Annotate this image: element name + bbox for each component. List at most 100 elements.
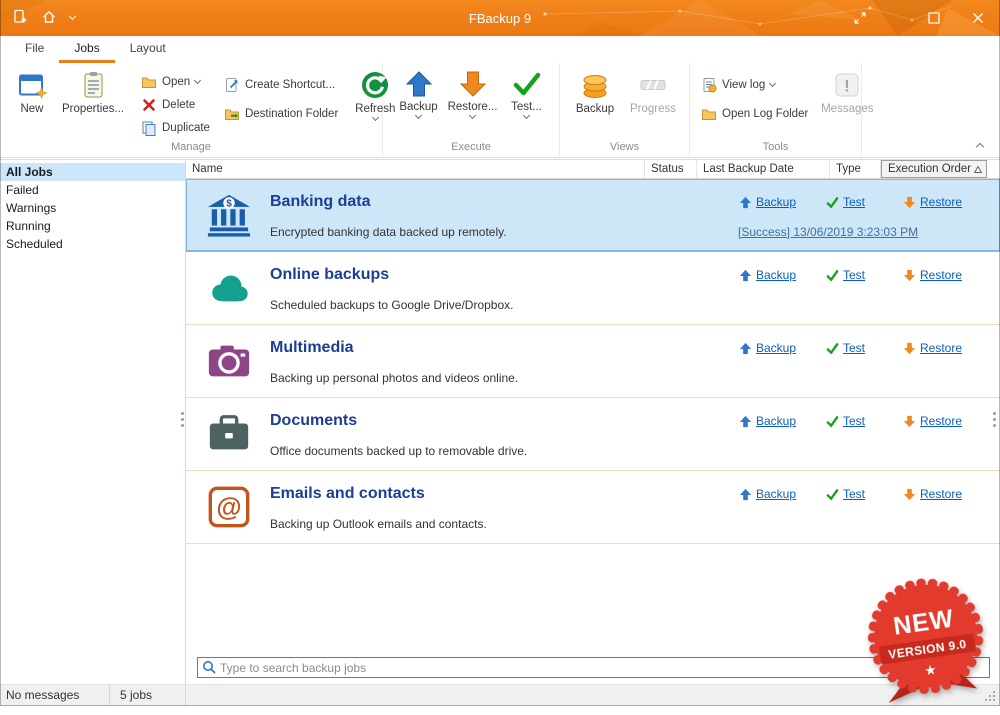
backup-coins-icon [583,75,607,98]
test-check-icon [826,342,839,355]
column-header-name[interactable]: Name [186,160,645,178]
maximize-icon [928,12,940,24]
view-log-button[interactable]: View log [696,76,813,93]
briefcase-icon [209,415,249,450]
open-button[interactable]: Open [136,71,215,92]
duplicate-icon [142,121,156,136]
ribbon-group-tools: View log Open Log Folder ! Messages Tool [690,63,874,157]
create-shortcut-button[interactable]: Create Shortcut... [219,76,343,93]
column-header-type[interactable]: Type [830,160,881,178]
job-row-online-backups[interactable]: Online backups Scheduled backups to Goog… [186,252,1000,325]
messages-button: ! Messages [817,66,877,115]
restore-arrow-icon [903,342,916,354]
sidebar-item-failed[interactable]: Failed [0,181,185,199]
restore-link[interactable]: Restore [903,341,962,355]
tab-layout[interactable]: Layout [115,36,181,63]
backup-link[interactable]: Backup [739,195,796,209]
close-button[interactable] [956,0,1000,36]
backup-link[interactable]: Backup [739,341,796,355]
open-label: Open [162,75,191,88]
search-icon [203,661,216,674]
cloud-icon [212,275,248,302]
test-link[interactable]: Test [826,487,865,501]
statusbar-job-count: 5 jobs [110,685,186,706]
sidebar-item-all-jobs[interactable]: All Jobs [0,163,185,181]
svg-text:$: $ [226,199,232,210]
backup-link[interactable]: Backup [739,487,796,501]
statusbar-messages: No messages [0,685,110,706]
bank-icon: $ [207,194,251,237]
new-job-quick-icon[interactable] [12,9,28,27]
restore-link[interactable]: Restore [903,414,962,428]
test-check-icon [826,415,839,428]
chevron-up-icon [975,142,985,151]
column-header-last-backup-date[interactable]: Last Backup Date [697,160,830,178]
duplicate-button[interactable]: Duplicate [136,117,215,138]
progress-icon [640,80,666,90]
test-link[interactable]: Test [826,268,865,282]
tab-file[interactable]: File [10,36,59,63]
views-backup-label: Backup [575,103,615,115]
restore-link[interactable]: Restore [903,487,962,501]
sidebar-item-scheduled[interactable]: Scheduled [0,235,185,253]
sidebar-item-running[interactable]: Running [0,217,185,235]
column-header-execution-order[interactable]: Execution Order [881,160,987,178]
destination-folder-button[interactable]: Destination Folder [219,105,343,122]
test-link[interactable]: Test [826,195,865,209]
views-backup-button[interactable]: Backup [569,66,621,115]
home-icon[interactable] [41,9,57,27]
test-check-icon [826,488,839,501]
last-backup-status-link[interactable]: [Success] 13/06/2019 3:23:03 PM [738,225,918,239]
test-check-icon [513,72,540,96]
execute-restore-button[interactable]: Restore... [447,66,499,120]
properties-label: Properties... [62,103,124,115]
job-row-multimedia[interactable]: Multimedia Backing up personal photos an… [186,325,1000,398]
titlebar: FBackup 9 [0,0,1000,36]
group-label-tools: Tools [762,141,789,153]
chevron-down-icon [769,79,777,87]
restore-link[interactable]: Restore [903,268,962,282]
test-link[interactable]: Test [826,414,865,428]
resize-arrows-icon[interactable] [838,0,882,36]
quick-access-chevron-down-icon[interactable] [68,12,77,21]
open-log-folder-label: Open Log Folder [722,107,809,120]
open-log-folder-button[interactable]: Open Log Folder [696,105,813,122]
ribbon-collapse-button[interactable] [972,139,988,151]
table-header: Name Status Last Backup Date Type Execut… [186,160,1000,179]
test-link[interactable]: Test [826,341,865,355]
email-at-icon: @ [208,486,250,528]
backup-arrow-icon [739,196,752,208]
sidebar-item-warnings[interactable]: Warnings [0,199,185,217]
backup-link[interactable]: Backup [739,414,796,428]
properties-button[interactable]: Properties... [58,66,128,115]
job-description: Office documents backed up to removable … [270,444,528,458]
group-label-execute: Execute [451,141,491,153]
chevron-down-icon [371,113,379,122]
log-folder-icon [702,109,716,120]
job-name: Online backups [270,266,390,283]
sidebar-splitter-handle[interactable] [181,412,184,415]
create-shortcut-icon [225,77,238,92]
backup-link[interactable]: Backup [739,268,796,282]
delete-button[interactable]: Delete [136,94,215,115]
close-icon [973,13,983,23]
job-rows: $ Banking data Encrypted banking data ba… [186,179,1000,544]
job-row-documents[interactable]: Documents Office documents backed up to … [186,398,1000,471]
execute-test-button[interactable]: Test... [501,66,553,120]
ribbon-group-views: Backup Progress Views [560,63,690,157]
right-splitter-handle[interactable] [993,412,996,415]
job-row-emails-and-contacts[interactable]: @ Emails and contacts Backing up Outlook… [186,471,1000,544]
column-header-status[interactable]: Status [645,160,697,178]
tab-jobs[interactable]: Jobs [59,36,115,63]
new-button[interactable]: New [6,66,58,115]
views-progress-button: Progress [623,66,683,115]
maximize-button[interactable] [912,0,956,36]
test-check-icon [826,196,839,209]
restore-link[interactable]: Restore [903,195,962,209]
test-check-icon [826,269,839,282]
ribbon-tab-bar: File Jobs Layout [0,36,1000,63]
chevron-down-icon [468,111,477,120]
job-row-banking-data[interactable]: $ Banking data Encrypted banking data ba… [186,179,1000,252]
execute-backup-button[interactable]: Backup [393,66,445,120]
job-description: Scheduled backups to Google Drive/Dropbo… [270,298,514,312]
